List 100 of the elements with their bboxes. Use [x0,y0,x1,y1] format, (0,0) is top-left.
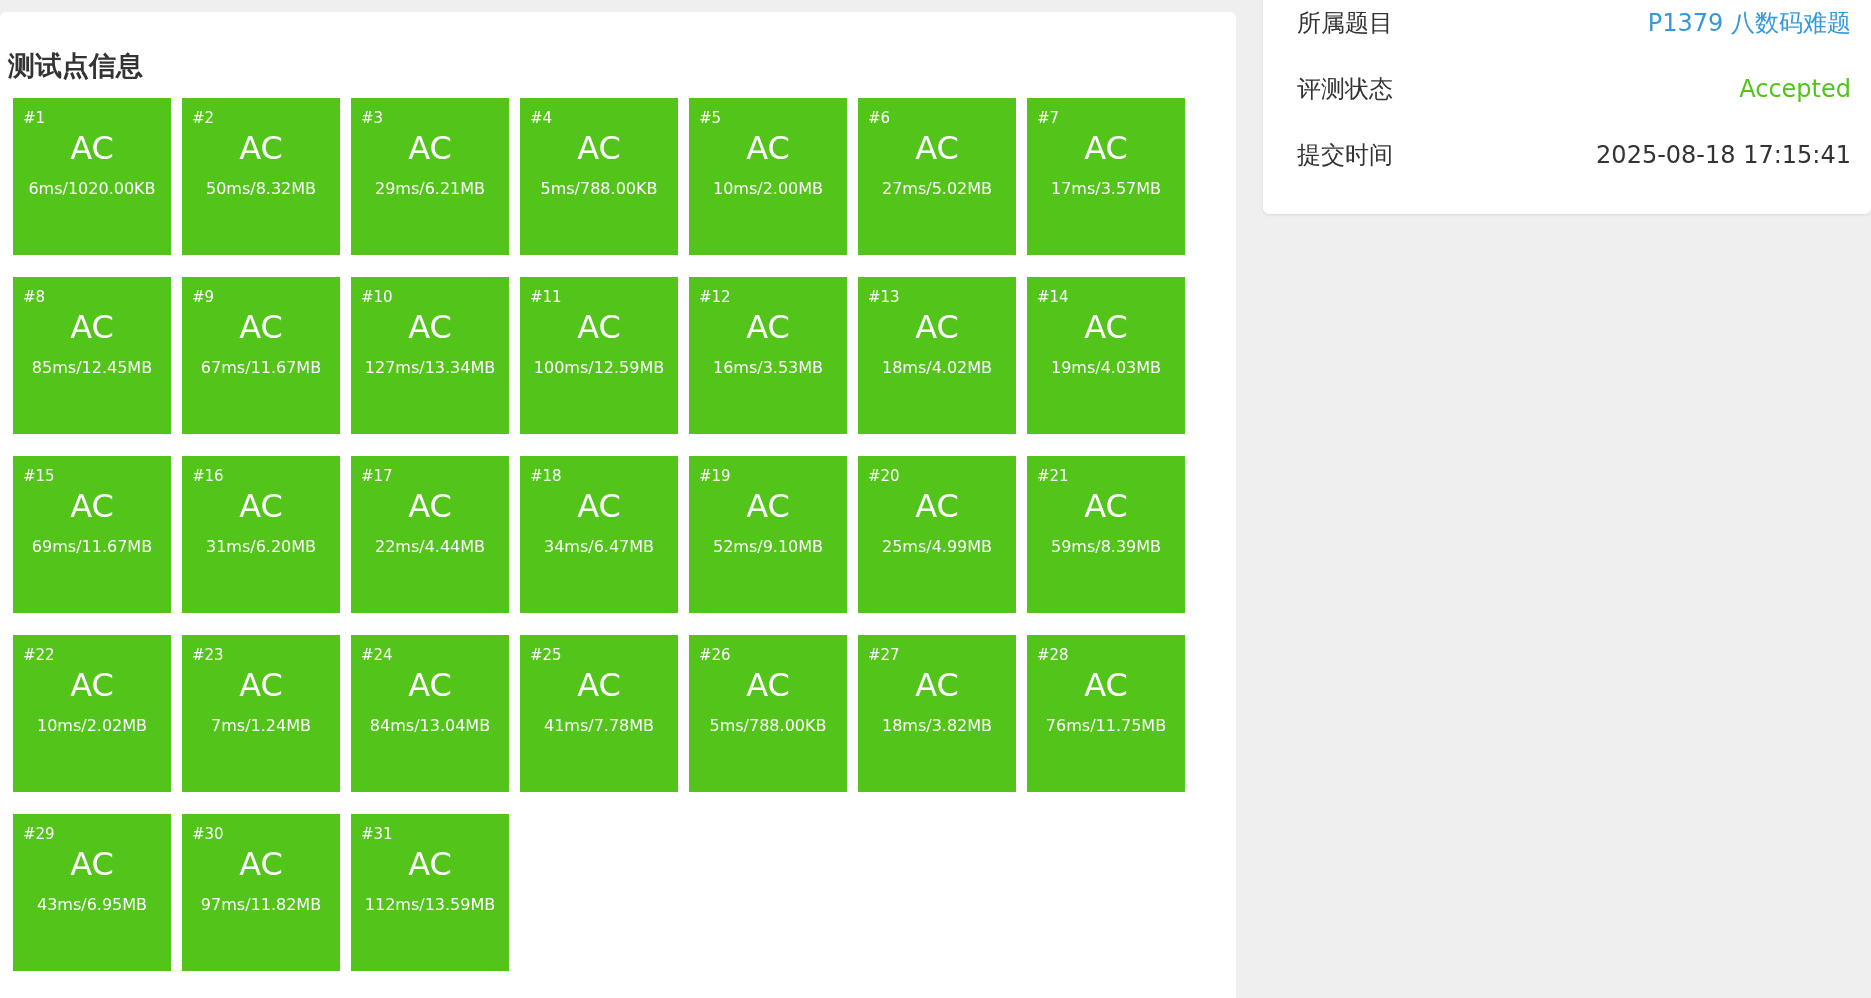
testcase-status: AC [577,308,621,346]
testcase-status: AC [1084,308,1128,346]
testcase-usage: 52ms/9.10MB [712,537,824,557]
testcase-number: #31 [361,825,393,843]
testcase-tile[interactable]: #29 AC 43ms/6.95MB [13,814,171,971]
testcase-tile[interactable]: #21 AC 59ms/8.39MB [1027,456,1185,613]
testcase-status: AC [70,487,114,525]
testcase-usage: 50ms/8.32MB [205,179,317,199]
testcase-tile[interactable]: #6 AC 27ms/5.02MB [858,98,1016,255]
testcase-number: #30 [192,825,224,843]
testcase-tile[interactable]: #2 AC 50ms/8.32MB [182,98,340,255]
testcase-usage: 16ms/3.53MB [712,358,824,378]
testcase-number: #23 [192,646,224,664]
testcase-tile[interactable]: #25 AC 41ms/7.78MB [520,635,678,792]
testcase-tile[interactable]: #31 AC 112ms/13.59MB [351,814,509,971]
testcase-tile[interactable]: #28 AC 76ms/11.75MB [1027,635,1185,792]
testcase-usage: 69ms/11.67MB [31,537,153,557]
testcase-status: AC [746,308,790,346]
testcase-number: #18 [530,467,562,485]
testcase-tile[interactable]: #30 AC 97ms/11.82MB [182,814,340,971]
testcase-tile[interactable]: #3 AC 29ms/6.21MB [351,98,509,255]
testcase-tile[interactable]: #24 AC 84ms/13.04MB [351,635,509,792]
testcase-status: AC [408,487,452,525]
testcase-number: #29 [23,825,55,843]
testcase-usage: 10ms/2.02MB [36,716,148,736]
testcase-tile[interactable]: #20 AC 25ms/4.99MB [858,456,1016,613]
testcase-number: #17 [361,467,393,485]
testcase-tile[interactable]: #22 AC 10ms/2.02MB [13,635,171,792]
testcase-usage: 31ms/6.20MB [205,537,317,557]
testcase-tile[interactable]: #19 AC 52ms/9.10MB [689,456,847,613]
testcase-tile[interactable]: #1 AC 6ms/1020.00KB [13,98,171,255]
testcase-usage: 5ms/788.00KB [540,179,658,199]
testcase-number: #5 [699,109,722,127]
testcase-number: #15 [23,467,55,485]
testcase-tile[interactable]: #15 AC 69ms/11.67MB [13,456,171,613]
testcase-number: #14 [1037,288,1069,306]
testcase-tile[interactable]: #9 AC 67ms/11.67MB [182,277,340,434]
testcase-number: #12 [699,288,731,306]
section-title: 测试点信息 [8,49,143,83]
status-value: Accepted [1739,74,1851,105]
testcase-status: AC [70,666,114,704]
testcase-number: #20 [868,467,900,485]
info-label: 提交时间 [1297,140,1393,171]
testcase-tile[interactable]: #5 AC 10ms/2.00MB [689,98,847,255]
testcase-number: #7 [1037,109,1060,127]
testcase-tile[interactable]: #11 AC 100ms/12.59MB [520,277,678,434]
testcase-tile[interactable]: #23 AC 7ms/1.24MB [182,635,340,792]
testcase-usage: 5ms/788.00KB [709,716,827,736]
testcase-status: AC [746,129,790,167]
testcase-usage: 112ms/13.59MB [364,895,496,915]
testcase-tile[interactable]: #26 AC 5ms/788.00KB [689,635,847,792]
testcase-usage: 27ms/5.02MB [881,179,993,199]
testcase-usage: 29ms/6.21MB [374,179,486,199]
testcase-number: #1 [23,109,46,127]
testcase-status: AC [408,308,452,346]
testcase-tile[interactable]: #14 AC 19ms/4.03MB [1027,277,1185,434]
testcase-tile[interactable]: #10 AC 127ms/13.34MB [351,277,509,434]
testcase-status: AC [239,129,283,167]
info-label: 评测状态 [1297,74,1393,105]
testcase-tile[interactable]: #12 AC 16ms/3.53MB [689,277,847,434]
testcase-number: #2 [192,109,215,127]
testcase-tile[interactable]: #27 AC 18ms/3.82MB [858,635,1016,792]
testcase-usage: 127ms/13.34MB [364,358,496,378]
testcase-number: #19 [699,467,731,485]
testcase-status: AC [915,129,959,167]
testcase-tile[interactable]: #18 AC 34ms/6.47MB [520,456,678,613]
testcase-number: #10 [361,288,393,306]
testcase-usage: 18ms/4.02MB [881,358,993,378]
testcase-status: AC [70,845,114,883]
testcase-usage: 59ms/8.39MB [1050,537,1162,557]
testcase-usage: 22ms/4.44MB [374,537,486,557]
testcase-tile[interactable]: #16 AC 31ms/6.20MB [182,456,340,613]
testcase-usage: 7ms/1.24MB [211,716,311,736]
testcase-status: AC [70,308,114,346]
testcase-usage: 18ms/3.82MB [881,716,993,736]
testcase-status: AC [915,308,959,346]
testcase-status: AC [239,308,283,346]
testcase-number: #22 [23,646,55,664]
testcase-usage: 19ms/4.03MB [1050,358,1162,378]
testcase-tile[interactable]: #13 AC 18ms/4.02MB [858,277,1016,434]
testcase-tile[interactable]: #7 AC 17ms/3.57MB [1027,98,1185,255]
testcase-status: AC [746,487,790,525]
testcase-status: AC [408,129,452,167]
testcase-tile[interactable]: #4 AC 5ms/788.00KB [520,98,678,255]
testcase-status: AC [70,129,114,167]
testcase-usage: 41ms/7.78MB [543,716,655,736]
testcase-number: #9 [192,288,215,306]
testcase-tile[interactable]: #17 AC 22ms/4.44MB [351,456,509,613]
testcase-number: #21 [1037,467,1069,485]
testcase-tile[interactable]: #8 AC 85ms/12.45MB [13,277,171,434]
testcase-status: AC [746,666,790,704]
testcase-usage: 97ms/11.82MB [200,895,322,915]
problem-link[interactable]: P1379 八数码难题 [1647,5,1851,41]
info-value: 2025-08-18 17:15:41 [1596,140,1851,171]
testcase-usage: 84ms/13.04MB [369,716,491,736]
testcase-status: AC [577,129,621,167]
info-label: 所属题目 [1297,8,1393,39]
testcase-number: #26 [699,646,731,664]
testcase-usage: 76ms/11.75MB [1045,716,1167,736]
testcase-status: AC [239,487,283,525]
